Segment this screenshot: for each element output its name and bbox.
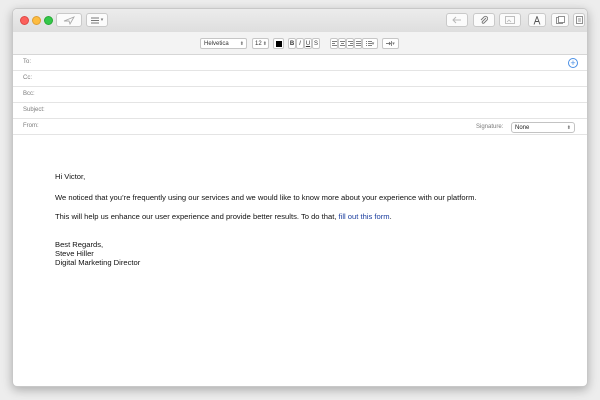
- photo-browser-button[interactable]: [499, 13, 521, 27]
- align-right-icon: [347, 41, 353, 46]
- chevron-down-icon: ▾: [371, 40, 375, 47]
- photo-icon: [505, 16, 515, 24]
- chevron-updown-icon: ⬍: [566, 124, 571, 131]
- minimize-window-button[interactable]: [32, 16, 41, 25]
- notes-button[interactable]: [573, 13, 585, 27]
- underline-button[interactable]: U: [304, 38, 312, 49]
- list-icon: [90, 17, 99, 23]
- font-a-icon: [533, 15, 541, 25]
- subject-field-row: Subject:: [13, 103, 587, 119]
- stationery-button[interactable]: [551, 13, 569, 27]
- attach-button[interactable]: [473, 13, 495, 27]
- closing: Best Regards,: [55, 240, 104, 249]
- paragraph-2: This will help us enhance our user exper…: [55, 212, 575, 221]
- mail-compose-window: ▾ Helvetica ⬍ 12 ⬍ B I U S ▾ ▾ To: + Cc:…: [12, 8, 588, 387]
- strikethrough-button[interactable]: S: [312, 38, 320, 49]
- align-center-button[interactable]: [338, 38, 346, 49]
- greeting: Hi Victor,: [55, 172, 86, 181]
- chevron-down-icon: ▾: [100, 17, 104, 23]
- bcc-field-row: Bcc:: [13, 87, 587, 103]
- align-center-icon: [339, 41, 345, 46]
- reply-button[interactable]: [446, 13, 468, 27]
- font-family-select[interactable]: Helvetica ⬍: [200, 38, 247, 49]
- color-swatch: [275, 40, 282, 47]
- indent-select[interactable]: ▾: [382, 38, 399, 49]
- message-body[interactable]: Hi Victor, We noticed that you’re freque…: [55, 172, 575, 267]
- chevron-updown-icon: ⬍: [239, 40, 244, 47]
- align-right-button[interactable]: [346, 38, 354, 49]
- header-fields-button[interactable]: ▾: [86, 13, 108, 27]
- zoom-window-button[interactable]: [44, 16, 53, 25]
- font-family-value: Helvetica: [204, 40, 229, 47]
- subject-label: Subject:: [23, 107, 45, 113]
- send-button[interactable]: [56, 13, 82, 27]
- chevron-updown-icon: ⬍: [262, 40, 267, 47]
- list-style-select[interactable]: ▾: [362, 38, 378, 49]
- font-size-value: 12: [255, 40, 262, 47]
- signature-value: None: [515, 124, 530, 131]
- align-left-button[interactable]: [330, 38, 338, 49]
- to-field-row: To: +: [13, 55, 587, 71]
- from-label: From:: [23, 123, 39, 129]
- signature-label: Signature:: [476, 124, 504, 130]
- cc-field-row: Cc:: [13, 71, 587, 87]
- sender-name: Steve Hiller: [55, 249, 94, 258]
- to-field[interactable]: [57, 57, 557, 69]
- format-bar: Helvetica ⬍ 12 ⬍ B I U S ▾ ▾: [13, 32, 587, 55]
- chevron-down-icon: ▾: [392, 40, 395, 47]
- align-justify-button[interactable]: [354, 38, 362, 49]
- align-left-icon: [331, 41, 337, 46]
- form-link[interactable]: fill out this form: [339, 212, 390, 221]
- subject-field[interactable]: [57, 105, 557, 117]
- paragraph-2-text: This will help us enhance our user exper…: [55, 212, 339, 221]
- font-size-select[interactable]: 12 ⬍: [252, 38, 269, 49]
- cc-label: Cc:: [23, 75, 32, 81]
- paragraph-2-end: .: [389, 212, 392, 221]
- toolbar: ▾: [13, 9, 587, 32]
- paper-plane-icon: [63, 15, 75, 25]
- bcc-label: Bcc:: [23, 91, 35, 97]
- cc-field[interactable]: [57, 73, 557, 85]
- bold-button[interactable]: B: [288, 38, 296, 49]
- bcc-field[interactable]: [57, 89, 557, 101]
- signature-select[interactable]: None ⬍: [511, 122, 575, 133]
- paperclip-icon: [480, 16, 488, 24]
- stationery-icon: [555, 16, 565, 24]
- close-window-button[interactable]: [20, 16, 29, 25]
- reply-arrow-icon: [452, 16, 461, 24]
- add-contact-icon[interactable]: +: [568, 58, 578, 68]
- sender-title: Digital Marketing Director: [55, 258, 141, 267]
- document-icon: [575, 16, 583, 24]
- fonts-button[interactable]: [528, 13, 546, 27]
- italic-button[interactable]: I: [296, 38, 304, 49]
- text-color-button[interactable]: [273, 38, 284, 49]
- paragraph-1: We noticed that you’re frequently using …: [55, 193, 477, 202]
- to-label: To:: [23, 59, 32, 65]
- align-justify-icon: [355, 41, 361, 46]
- from-field-row: From: Signature: None ⬍: [13, 119, 587, 135]
